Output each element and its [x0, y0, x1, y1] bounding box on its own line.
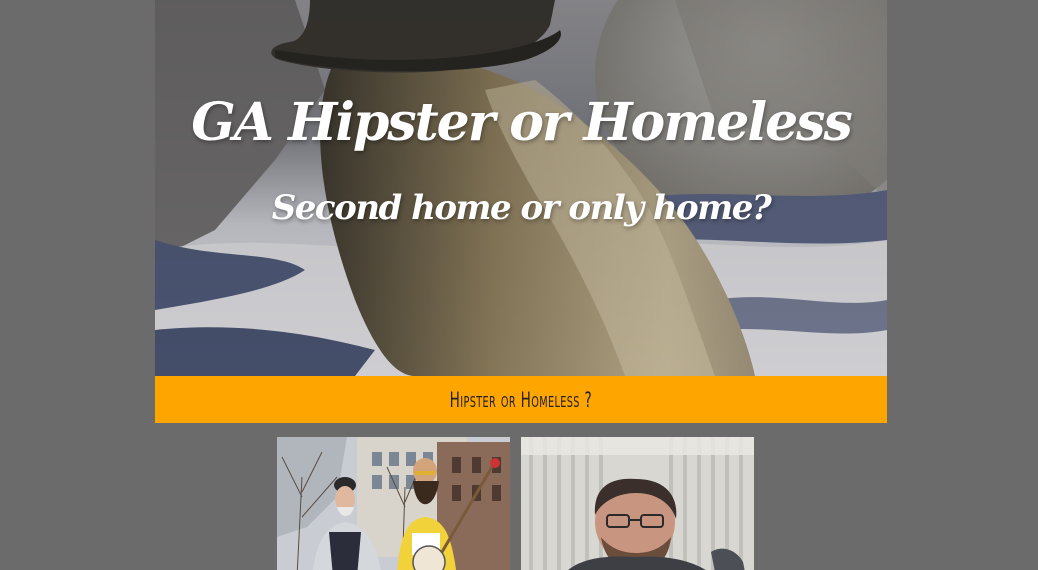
hero-section: GA Hipster or Homeless Second home or on…	[155, 0, 887, 376]
hero-subtitle: Second home or only home?	[271, 188, 772, 228]
page: GA Hipster or Homeless Second home or on…	[0, 0, 1038, 570]
section-banner: Hipster or Homeless ?	[155, 376, 887, 423]
candidate-photo-1[interactable]	[277, 437, 510, 570]
candidate-card-1[interactable]	[277, 437, 510, 570]
hero-title: GA Hipster or Homeless	[191, 92, 852, 153]
candidate-photo-2[interactable]	[521, 437, 754, 570]
banner-heading: Hipster or Homeless ?	[449, 387, 593, 412]
candidate-card-2[interactable]	[521, 437, 754, 570]
